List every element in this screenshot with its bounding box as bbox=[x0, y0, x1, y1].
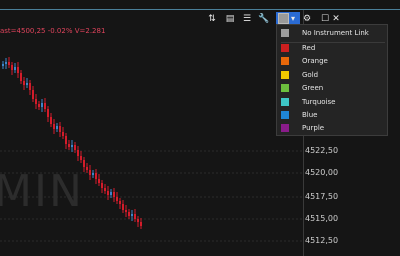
indicators-icon[interactable]: ▤ bbox=[223, 12, 237, 26]
color-swatch bbox=[281, 57, 289, 65]
instrument-info-line: ast=4500,25 -0.02% V=2.281 bbox=[0, 27, 106, 35]
price-axis-label: 4522,50 bbox=[305, 146, 339, 155]
candle-body bbox=[125, 210, 127, 212]
wrench-icon[interactable]: 🔧 bbox=[257, 12, 271, 26]
candle-body bbox=[32, 90, 34, 99]
candle-body bbox=[5, 62, 7, 64]
candle-body bbox=[44, 103, 46, 109]
color-swatch bbox=[281, 111, 289, 119]
color-swatch bbox=[281, 29, 289, 37]
candle-body bbox=[20, 73, 22, 81]
candle-body bbox=[98, 179, 100, 183]
candle-body bbox=[95, 173, 97, 179]
instrument-link-menu: No Instrument Link Red Orange Gold Green… bbox=[276, 24, 388, 136]
candle-body bbox=[74, 145, 76, 150]
color-swatch bbox=[281, 84, 289, 92]
candlestick-plot bbox=[0, 57, 303, 242]
menu-item-label: Blue bbox=[302, 111, 318, 119]
candle-body bbox=[122, 204, 124, 210]
candle-body bbox=[26, 83, 28, 85]
price-axis-label: 4515,00 bbox=[305, 214, 339, 223]
candle-body bbox=[86, 167, 88, 170]
price-chart[interactable] bbox=[0, 10, 303, 256]
candle-body bbox=[59, 126, 61, 132]
menu-item-label: Turquoise bbox=[302, 98, 336, 106]
link-color-swatch bbox=[278, 13, 289, 24]
candle-body bbox=[8, 62, 10, 65]
menu-item-label: No Instrument Link bbox=[302, 29, 369, 37]
candle-body bbox=[14, 67, 16, 70]
candle-body bbox=[23, 81, 25, 85]
menu-item-label: Purple bbox=[302, 124, 325, 132]
candle-body bbox=[41, 103, 43, 107]
candle-body bbox=[140, 222, 142, 226]
candle-body bbox=[68, 144, 70, 147]
candle-body bbox=[11, 65, 13, 70]
candle-body bbox=[71, 145, 73, 147]
candle-body bbox=[62, 132, 64, 136]
color-swatch bbox=[281, 71, 289, 79]
candle-body bbox=[17, 67, 19, 73]
menu-item-label: Green bbox=[302, 84, 324, 92]
menu-divider bbox=[281, 42, 385, 43]
candle-body bbox=[134, 214, 136, 219]
menu-item-label: Red bbox=[302, 44, 316, 52]
candle-body bbox=[53, 124, 55, 129]
instrument-watermark: MIN bbox=[0, 166, 84, 217]
candle-body bbox=[107, 191, 109, 195]
candle-body bbox=[38, 104, 40, 107]
price-axis-label: 4517,50 bbox=[305, 192, 339, 201]
candle-body bbox=[65, 136, 67, 144]
color-swatch bbox=[281, 44, 289, 52]
candle-body bbox=[47, 109, 49, 117]
candle-body bbox=[131, 214, 133, 216]
candle-body bbox=[2, 64, 4, 66]
candle-body bbox=[50, 117, 52, 124]
candle-body bbox=[80, 156, 82, 160]
candle-body bbox=[101, 183, 103, 188]
menu-item-label: Orange bbox=[302, 57, 328, 65]
chart-window: MIN ast=4500,25 -0.02% V=2.281 4522,50 4… bbox=[0, 0, 400, 256]
candle-body bbox=[104, 188, 106, 191]
candle-body bbox=[89, 170, 91, 175]
color-swatch bbox=[281, 124, 289, 132]
menu-item-label: Gold bbox=[302, 71, 319, 79]
candle-body bbox=[110, 192, 112, 195]
candle-body bbox=[113, 192, 115, 197]
candle-body bbox=[92, 173, 94, 175]
color-swatch bbox=[281, 98, 289, 106]
price-axis-label: 4512,50 bbox=[305, 236, 339, 245]
candle-body bbox=[35, 99, 37, 104]
candle-body bbox=[119, 201, 121, 204]
candle-body bbox=[29, 83, 31, 90]
price-axis-label: 4520,00 bbox=[305, 168, 339, 177]
sort-arrows-icon[interactable]: ⇅ bbox=[205, 12, 219, 26]
candle-body bbox=[116, 197, 118, 201]
candle-body bbox=[137, 219, 139, 222]
candle-body bbox=[128, 212, 130, 216]
candle-body bbox=[56, 126, 58, 129]
properties-icon[interactable]: ☰ bbox=[240, 12, 254, 26]
candle-body bbox=[77, 150, 79, 156]
